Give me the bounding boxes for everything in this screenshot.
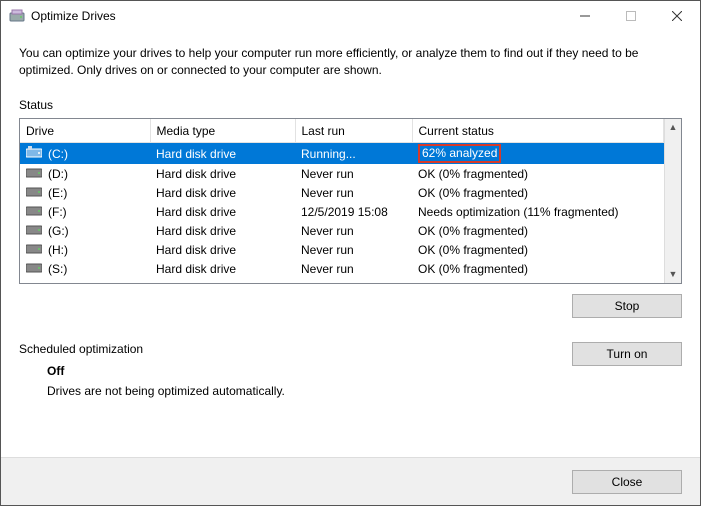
media-cell: Hard disk drive bbox=[150, 183, 295, 202]
media-cell: Hard disk drive bbox=[150, 240, 295, 259]
drive-label: (G:) bbox=[48, 224, 69, 238]
col-drive[interactable]: Drive bbox=[20, 119, 150, 143]
drive-icon bbox=[26, 146, 42, 161]
close-button[interactable]: Close bbox=[572, 470, 682, 494]
last-cell: Never run bbox=[295, 183, 412, 202]
drive-label: (E:) bbox=[48, 186, 67, 200]
last-cell: Never run bbox=[295, 259, 412, 278]
last-cell: 12/5/2019 15:08 bbox=[295, 202, 412, 221]
scrollbar[interactable]: ▲ ▼ bbox=[664, 119, 681, 283]
footer: Close bbox=[1, 457, 700, 505]
media-cell: Hard disk drive bbox=[150, 221, 295, 240]
scroll-down-icon[interactable]: ▼ bbox=[665, 266, 681, 283]
drive-icon bbox=[26, 204, 42, 219]
last-cell: Running... bbox=[295, 143, 412, 165]
status-cell: Needs optimization (11% fragmented) bbox=[412, 202, 664, 221]
drive-label: (H:) bbox=[48, 243, 68, 257]
table-row[interactable]: (F:) Hard disk drive12/5/2019 15:08Needs … bbox=[20, 202, 664, 221]
app-icon bbox=[9, 8, 25, 24]
media-cell: Hard disk drive bbox=[150, 143, 295, 165]
drive-label: (F:) bbox=[48, 205, 67, 219]
status-cell: OK (0% fragmented) bbox=[412, 240, 664, 259]
scroll-up-icon[interactable]: ▲ bbox=[665, 119, 681, 136]
status-cell: OK (0% fragmented) bbox=[412, 259, 664, 278]
col-last[interactable]: Last run bbox=[295, 119, 412, 143]
sched-off: Off bbox=[47, 364, 572, 378]
drive-label: (S:) bbox=[48, 262, 67, 276]
col-status[interactable]: Current status bbox=[412, 119, 664, 143]
table-row[interactable]: (E:) Hard disk driveNever runOK (0% fragm… bbox=[20, 183, 664, 202]
drive-icon bbox=[26, 185, 42, 200]
drive-icon bbox=[26, 223, 42, 238]
intro-text: You can optimize your drives to help you… bbox=[19, 45, 682, 80]
titlebar: Optimize Drives bbox=[1, 1, 700, 31]
last-cell: Never run bbox=[295, 240, 412, 259]
drive-table: Drive Media type Last run Current status… bbox=[19, 118, 682, 284]
media-cell: Hard disk drive bbox=[150, 164, 295, 183]
last-cell: Never run bbox=[295, 221, 412, 240]
drive-icon bbox=[26, 166, 42, 181]
table-row[interactable]: (C:) Hard disk driveRunning... 62% analyze… bbox=[20, 143, 664, 165]
media-cell: Hard disk drive bbox=[150, 202, 295, 221]
maximize-button[interactable] bbox=[608, 1, 654, 31]
table-row[interactable]: (S:) Hard disk driveNever runOK (0% fragm… bbox=[20, 259, 664, 278]
col-media[interactable]: Media type bbox=[150, 119, 295, 143]
table-row[interactable]: (H:) Hard disk driveNever runOK (0% fragm… bbox=[20, 240, 664, 259]
close-window-button[interactable] bbox=[654, 1, 700, 31]
drive-label: (C:) bbox=[48, 147, 68, 161]
drive-icon bbox=[26, 242, 42, 257]
status-cell: OK (0% fragmented) bbox=[412, 164, 664, 183]
last-cell: Never run bbox=[295, 164, 412, 183]
drive-label: (D:) bbox=[48, 167, 68, 181]
status-highlight: 62% analyzed bbox=[418, 144, 501, 163]
drive-icon bbox=[26, 261, 42, 276]
turn-on-button[interactable]: Turn on bbox=[572, 342, 682, 366]
window-title: Optimize Drives bbox=[31, 9, 116, 23]
stop-button[interactable]: Stop bbox=[572, 294, 682, 318]
minimize-button[interactable] bbox=[562, 1, 608, 31]
status-cell: OK (0% fragmented) bbox=[412, 221, 664, 240]
table-row[interactable]: (G:) Hard disk driveNever runOK (0% fragm… bbox=[20, 221, 664, 240]
status-cell: OK (0% fragmented) bbox=[412, 183, 664, 202]
sched-title: Scheduled optimization bbox=[19, 342, 572, 356]
media-cell: Hard disk drive bbox=[150, 259, 295, 278]
sched-desc: Drives are not being optimized automatic… bbox=[47, 384, 572, 398]
status-label: Status bbox=[19, 98, 682, 112]
table-row[interactable]: (D:) Hard disk driveNever runOK (0% fragm… bbox=[20, 164, 664, 183]
status-cell: 62% analyzed bbox=[412, 143, 664, 165]
